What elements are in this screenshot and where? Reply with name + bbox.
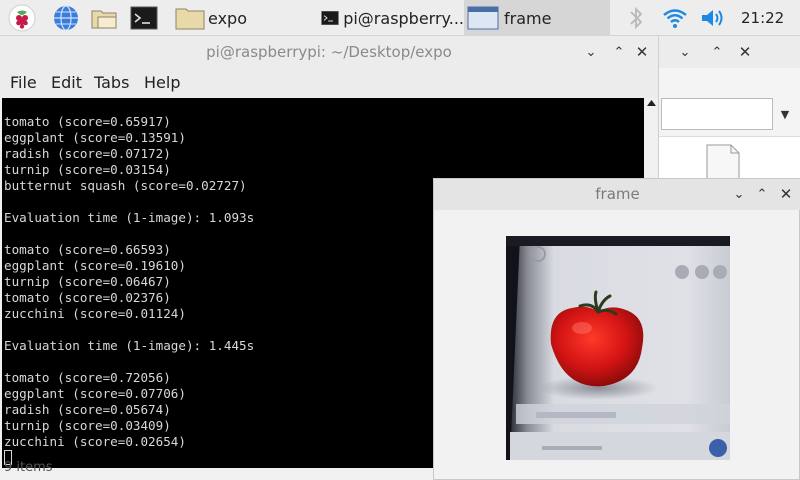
terminal-line: turnip (score=0.03409) [4, 418, 171, 433]
chevron-down-icon[interactable]: ▼ [775, 104, 795, 124]
terminal-line: turnip (score=0.03154) [4, 162, 171, 177]
bluetooth-icon[interactable] [622, 4, 650, 32]
window-icon [467, 6, 499, 30]
close-icon[interactable]: ✕ [632, 42, 652, 62]
file-manager-status: 9 items [4, 460, 53, 475]
raspberry-menu-icon[interactable] [8, 4, 36, 32]
terminal-titlebar[interactable]: pi@raspberrypi: ~/Desktop/expo ⌄ ⌃ ✕ [0, 36, 658, 69]
terminal-line: tomato (score=0.66593) [4, 242, 171, 257]
taskbar-task-label: frame [504, 8, 552, 28]
taskbar-task-expo[interactable]: expo [170, 0, 318, 36]
wifi-icon[interactable] [661, 4, 689, 32]
menu-tabs[interactable]: Tabs [94, 69, 129, 97]
maximize-icon[interactable]: ⌃ [752, 184, 772, 204]
terminal-line: eggplant (score=0.19610) [4, 258, 186, 273]
menu-help[interactable]: Help [144, 69, 180, 97]
terminal-line: tomato (score=0.65917) [4, 114, 171, 129]
menu-file[interactable]: File [10, 69, 37, 97]
terminal-line: zucchini (score=0.01124) [4, 306, 186, 321]
file-icon[interactable] [705, 143, 741, 183]
clock[interactable]: 21:22 [741, 0, 784, 36]
terminal-line: eggplant (score=0.13591) [4, 130, 186, 145]
close-icon[interactable]: ✕ [776, 184, 796, 204]
path-field[interactable] [661, 98, 773, 130]
terminal-line: radish (score=0.07172) [4, 146, 171, 161]
menu-bar: File Edit Tabs Help [0, 69, 658, 97]
desktop: expo pi@raspberry... frame 21:22 ⌄ ⌃ ✕ ▼… [0, 0, 800, 480]
taskbar-task-label: expo [208, 8, 247, 28]
menu-edit[interactable]: Edit [51, 69, 82, 97]
volume-icon[interactable] [698, 4, 726, 32]
globe-icon[interactable] [52, 4, 80, 32]
camera-frame-image [506, 236, 730, 460]
frame-window: frame ⌄ ⌃ ✕ [433, 178, 800, 480]
maximize-icon[interactable]: ⌃ [707, 42, 727, 62]
window-title: pi@raspberrypi: ~/Desktop/expo [206, 43, 452, 61]
scroll-up-icon[interactable] [647, 100, 656, 106]
terminal-line: zucchini (score=0.02654) [4, 434, 186, 449]
terminal-line: tomato (score=0.72056) [4, 370, 171, 385]
terminal-line: eggplant (score=0.07706) [4, 386, 186, 401]
terminal-line: Evaluation time (1-image): 1.093s [4, 210, 255, 225]
minimize-icon[interactable]: ⌄ [675, 42, 695, 62]
terminal-line: turnip (score=0.06467) [4, 274, 171, 289]
folder-icon [175, 8, 205, 30]
terminal-line: radish (score=0.05674) [4, 402, 171, 417]
terminal-line: tomato (score=0.02376) [4, 290, 171, 305]
minimize-icon[interactable]: ⌄ [581, 42, 601, 62]
terminal-line: butternut squash (score=0.02727) [4, 178, 247, 193]
file-manager-titlebar: ⌄ ⌃ ✕ [659, 36, 800, 68]
folder-icon[interactable] [90, 4, 118, 32]
frame-titlebar[interactable]: frame ⌄ ⌃ ✕ [434, 179, 800, 210]
terminal-line: Evaluation time (1-image): 1.445s [4, 338, 255, 353]
taskbar: expo pi@raspberry... frame 21:22 [0, 0, 800, 36]
taskbar-task-terminal[interactable]: pi@raspberry... [318, 0, 464, 36]
terminal-icon[interactable] [130, 4, 158, 32]
close-icon[interactable]: ✕ [735, 42, 755, 62]
terminal-icon [321, 11, 339, 25]
taskbar-task-label: pi@raspberry... [343, 8, 464, 28]
taskbar-task-frame[interactable]: frame [464, 0, 610, 36]
maximize-icon[interactable]: ⌃ [609, 42, 629, 62]
minimize-icon[interactable]: ⌄ [729, 184, 749, 204]
